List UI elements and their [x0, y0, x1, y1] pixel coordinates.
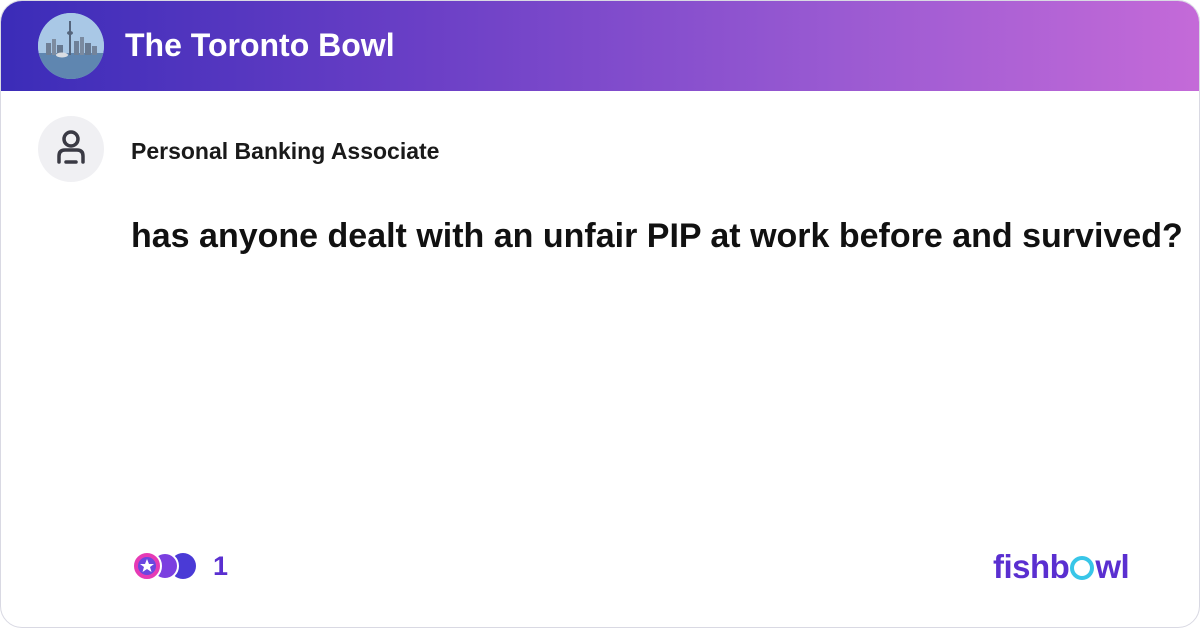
bowl-header: The Toronto Bowl	[1, 1, 1199, 91]
logo-text-start: fishb	[993, 548, 1070, 585]
toronto-skyline-icon[interactable]	[38, 13, 104, 79]
author-title[interactable]: Personal Banking Associate	[131, 136, 439, 166]
post-card: The Toronto Bowl Personal Banking Associ…	[0, 0, 1200, 628]
user-icon	[57, 130, 85, 164]
post-text[interactable]: has anyone dealt with an unfair PIP at w…	[131, 213, 1183, 259]
bowl-title[interactable]: The Toronto Bowl	[125, 23, 395, 67]
logo-o-ring	[1070, 556, 1095, 580]
logo-text-end: wl	[1095, 548, 1130, 585]
reaction-count[interactable]: 1	[213, 549, 228, 583]
fishbowl-logo[interactable]: fishb wl	[993, 546, 1130, 588]
author-avatar[interactable]	[38, 116, 104, 182]
reaction-stack-icon[interactable]	[131, 550, 199, 582]
